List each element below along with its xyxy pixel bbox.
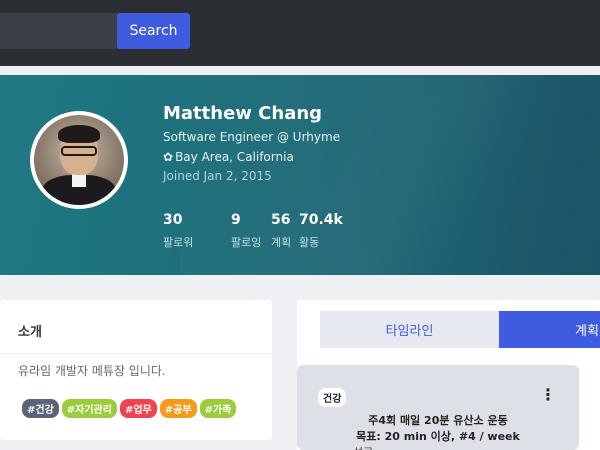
tab-timeline[interactable]: 타임라인 bbox=[320, 311, 499, 348]
tag-health[interactable]: #건강 bbox=[22, 399, 59, 418]
intro-card: 소개 유라임 개발자 메튜장 입니다. #건강 #자기관리 #업무 #공부 #가… bbox=[0, 300, 272, 440]
plan-goal: 목표: 20 min 이상, #4 / week bbox=[356, 430, 520, 443]
profile-name: Matthew Chang bbox=[163, 103, 323, 124]
tag-work[interactable]: #업무 bbox=[119, 399, 157, 418]
location-label: Bay Area, California bbox=[175, 150, 294, 164]
intro-divider bbox=[0, 353, 272, 354]
avatar-photo bbox=[34, 115, 124, 205]
tag-study[interactable]: #공부 bbox=[159, 399, 197, 418]
stat-following-label[interactable]: 팔로잉 bbox=[231, 234, 261, 250]
plan-category-badge: 건강 bbox=[318, 388, 347, 407]
top-bar: Search bbox=[0, 0, 600, 66]
joined-date: Joined Jan 2, 2015 bbox=[163, 169, 272, 183]
profile-title: Software Engineer @ Urhyme bbox=[163, 130, 341, 144]
plan-title: 주4회 매일 20분 유산소 운동 bbox=[368, 414, 508, 427]
stat-activity-value[interactable]: 70.4k bbox=[299, 212, 343, 228]
intro-text: 유라임 개발자 메튜장 입니다. bbox=[18, 364, 166, 378]
tag-family[interactable]: #가족 bbox=[199, 399, 237, 418]
avatar[interactable] bbox=[30, 111, 128, 209]
more-options-icon[interactable]: ⋮ bbox=[540, 387, 556, 403]
stat-followers-value[interactable]: 30 bbox=[163, 212, 182, 228]
plan-status-text: 성공 bbox=[353, 444, 373, 450]
stat-activity-label[interactable]: 활동 bbox=[299, 234, 319, 250]
tag-self-care[interactable]: #자기관리 bbox=[61, 399, 117, 418]
search-input[interactable] bbox=[0, 13, 118, 49]
search-button[interactable]: Search bbox=[117, 13, 190, 49]
stat-plans-value[interactable]: 56 bbox=[271, 212, 290, 228]
intro-heading: 소개 bbox=[18, 325, 42, 340]
location-icon: ✿ bbox=[163, 150, 174, 164]
profile-location: ✿ Bay Area, California bbox=[163, 150, 294, 164]
tab-plan[interactable]: 계획 bbox=[499, 311, 600, 348]
stat-plans-label[interactable]: 계획 bbox=[271, 234, 291, 250]
tag-list: #건강 #자기관리 #업무 #공부 #가족 bbox=[22, 399, 237, 418]
stat-following-value[interactable]: 9 bbox=[231, 212, 241, 228]
stat-followers-label[interactable]: 팔로워 bbox=[163, 234, 193, 250]
